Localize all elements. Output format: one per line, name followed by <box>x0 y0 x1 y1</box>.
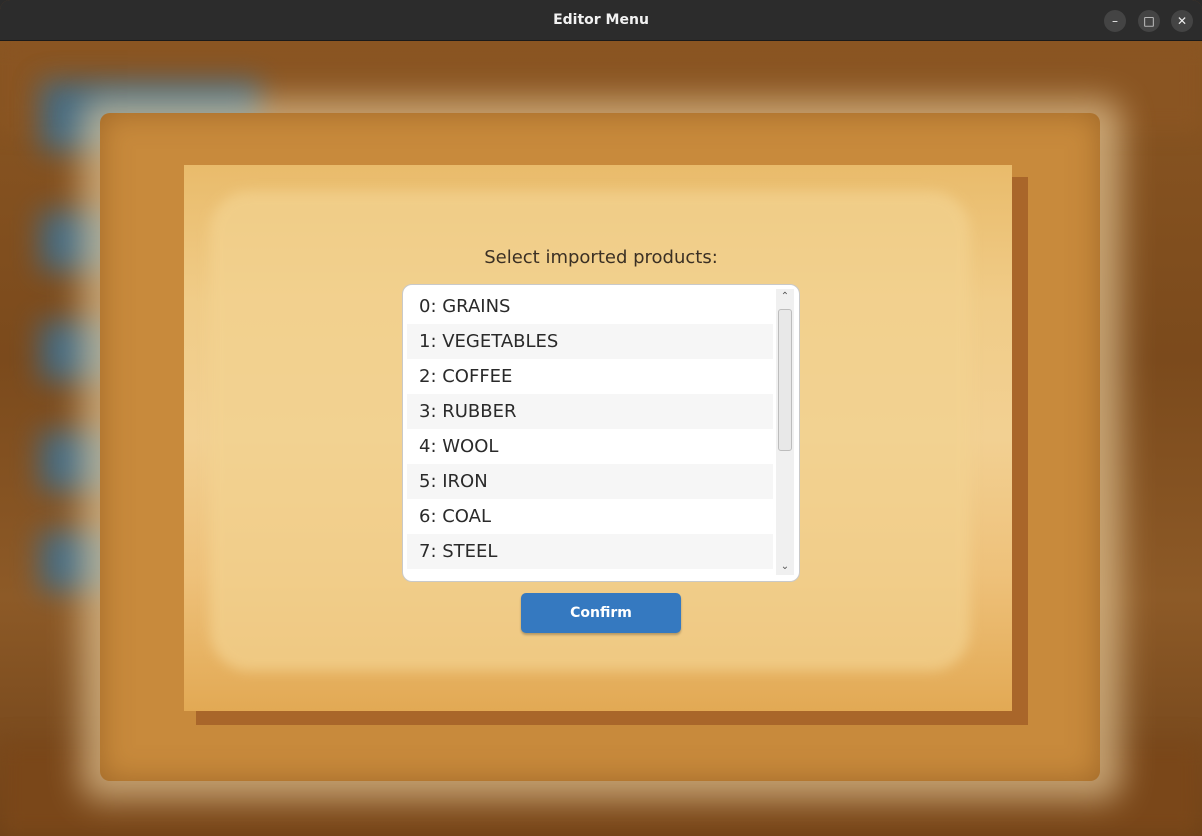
title-bar[interactable]: Editor Menu – □ ✕ <box>0 0 1202 41</box>
scroll-down-arrow-icon[interactable]: ⌄ <box>776 559 794 575</box>
window-title: Editor Menu <box>553 12 649 28</box>
list-scrollbar[interactable]: ⌃ ⌄ <box>776 289 794 575</box>
editor-content: Select imported products: 0: GRAINS 1: V… <box>0 41 1202 836</box>
list-item[interactable]: 2: COFFEE <box>407 359 773 394</box>
list-item[interactable]: 6: COAL <box>407 499 773 534</box>
scrollbar-thumb[interactable] <box>778 309 792 451</box>
list-item[interactable]: 5: IRON <box>407 464 773 499</box>
imported-products-list[interactable]: 0: GRAINS 1: VEGETABLES 2: COFFEE 3: RUB… <box>402 284 800 582</box>
list-item[interactable]: 7: STEEL <box>407 534 773 569</box>
scroll-up-arrow-icon[interactable]: ⌃ <box>776 289 794 305</box>
list-item[interactable]: 4: WOOL <box>407 429 773 464</box>
maximize-button[interactable]: □ <box>1138 10 1160 32</box>
close-button[interactable]: ✕ <box>1171 10 1193 32</box>
list-item[interactable]: 1: VEGETABLES <box>407 324 773 359</box>
minimize-button[interactable]: – <box>1104 10 1126 32</box>
editor-menu-window: Editor Menu – □ ✕ Select imported produc… <box>0 0 1202 836</box>
close-icon: ✕ <box>1176 14 1188 28</box>
confirm-button[interactable]: Confirm <box>521 593 681 633</box>
maximize-icon: □ <box>1143 14 1155 28</box>
minimize-icon: – <box>1112 14 1118 28</box>
product-list-items: 0: GRAINS 1: VEGETABLES 2: COFFEE 3: RUB… <box>407 289 773 569</box>
list-item[interactable]: 3: RUBBER <box>407 394 773 429</box>
select-products-label: Select imported products: <box>484 247 718 268</box>
list-item[interactable]: 0: GRAINS <box>407 289 773 324</box>
